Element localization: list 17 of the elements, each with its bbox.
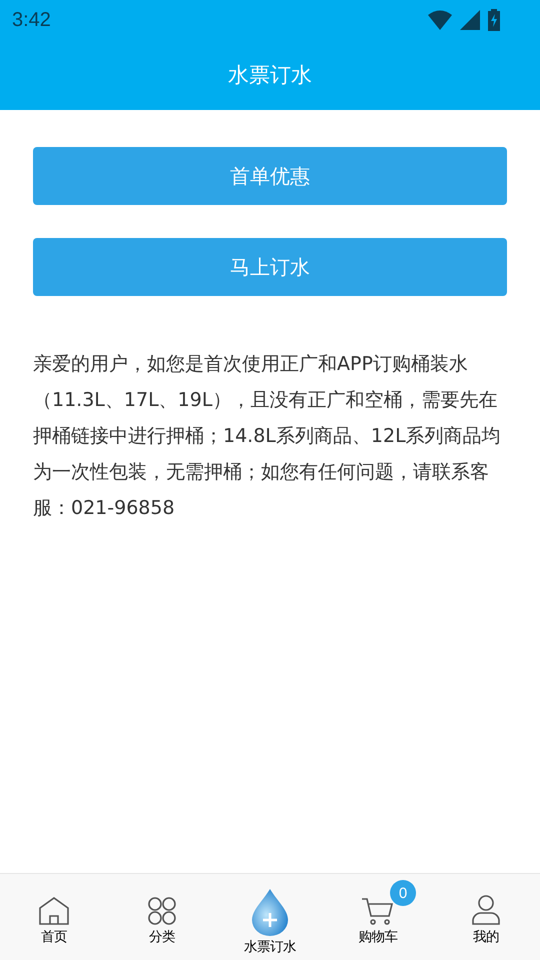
page-title: 水票订水 [228, 62, 312, 89]
tab-item[interactable]: 首页 [0, 874, 108, 960]
cart-icon [361, 896, 395, 926]
water-drop-icon [250, 888, 290, 936]
notice-text: 亲爱的用户，如您是首次使用正广和APP订购桶装水（11.3L、17L、19L），且没有正广和空桶，需要先在押桶链接中进行押桶；14.8L系列商品、12L系列商品均为一次性包装，无需押桶；如您有任何问题，请联系客服：021-96858 [33, 352, 502, 521]
battery-icon [488, 9, 500, 31]
cart-count-badge: 0 [390, 880, 416, 906]
user-icon [471, 894, 501, 926]
home-icon [38, 896, 70, 926]
wifi-icon [428, 10, 452, 30]
status-time: 3:42 [12, 8, 51, 32]
tab-item[interactable]: 分类 [108, 874, 216, 960]
grid-icon [147, 896, 177, 926]
tab-item[interactable]: 水票订水 [216, 874, 324, 960]
signal-icon [460, 10, 480, 30]
tab-item[interactable]: 购物车 0 [324, 874, 432, 960]
tab-item[interactable]: 我的 [432, 874, 540, 960]
